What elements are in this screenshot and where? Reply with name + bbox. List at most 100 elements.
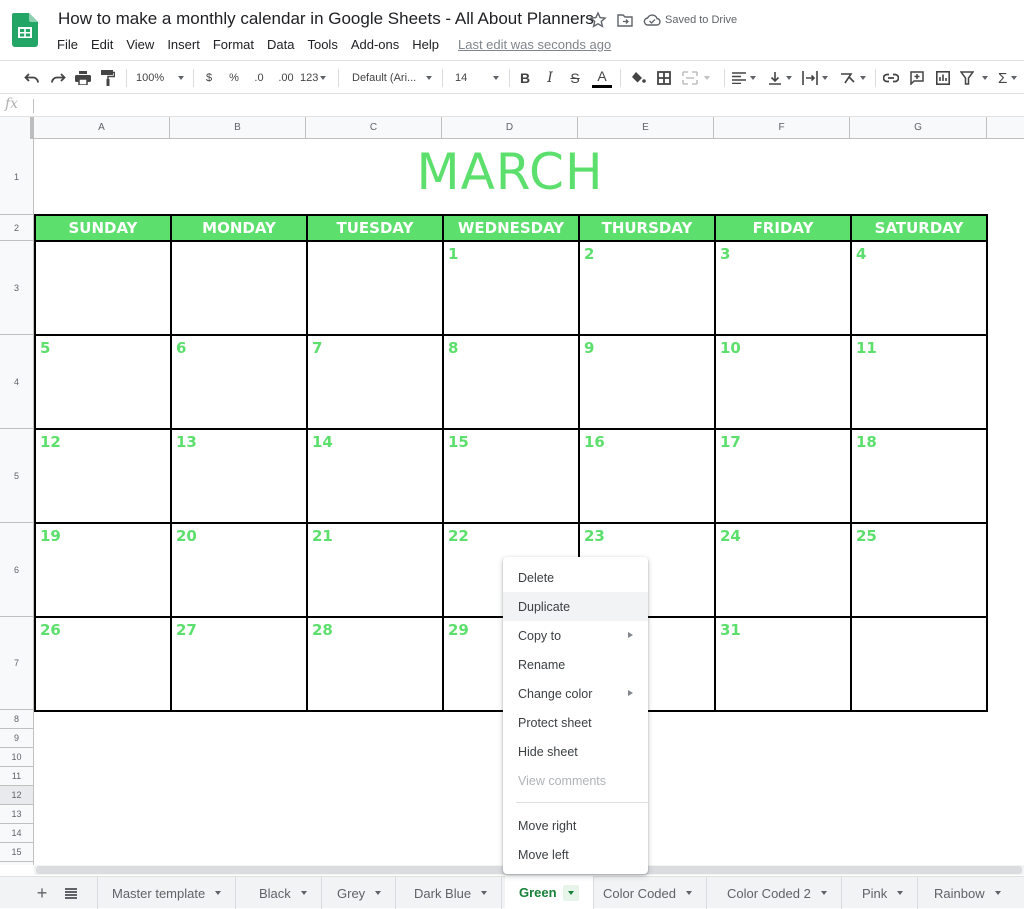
row-header[interactable]: 4 <box>0 335 33 429</box>
weekday-header[interactable]: THURSDAY <box>578 214 716 242</box>
insert-link-button[interactable] <box>881 68 901 88</box>
text-rotation-button[interactable] <box>840 68 870 88</box>
day-cell[interactable]: 17 <box>714 428 852 524</box>
menu-item-delete[interactable]: Delete <box>503 563 648 592</box>
filter-button[interactable] <box>960 68 992 88</box>
row-header[interactable]: 1 <box>0 139 33 215</box>
day-cell[interactable]: 2 <box>578 240 716 336</box>
more-formats-button[interactable]: 123 <box>300 68 332 88</box>
row-header[interactable]: 11 <box>0 767 33 786</box>
horizontal-align-button[interactable] <box>732 68 762 88</box>
row-header[interactable]: 2 <box>0 215 33 241</box>
strikethrough-button[interactable]: S <box>566 68 584 88</box>
redo-button[interactable] <box>48 68 68 88</box>
chevron-down-icon[interactable] <box>994 891 1001 895</box>
day-cell[interactable]: 10 <box>714 334 852 430</box>
document-title[interactable]: How to make a monthly calendar in Google… <box>58 9 594 29</box>
month-title[interactable]: MARCH <box>34 143 986 201</box>
sheet-tab-black[interactable]: Black <box>245 877 322 909</box>
vertical-align-button[interactable] <box>768 68 798 88</box>
font-family-select[interactable]: Default (Ari... <box>352 68 436 88</box>
last-edit-link[interactable]: Last edit was seconds ago <box>458 37 611 52</box>
day-cell[interactable]: 26 <box>34 616 172 712</box>
column-header-b[interactable]: B <box>170 117 306 138</box>
undo-button[interactable] <box>22 68 42 88</box>
zoom-select[interactable]: 100% <box>136 68 190 88</box>
percent-format-button[interactable]: % <box>225 68 243 88</box>
increase-decimal-button[interactable]: .00 <box>275 68 297 88</box>
insert-comment-button[interactable] <box>907 68 927 88</box>
text-color-button[interactable]: A <box>591 68 613 88</box>
weekday-header[interactable]: SUNDAY <box>34 214 172 242</box>
weekday-header[interactable]: MONDAY <box>170 214 308 242</box>
font-size-select[interactable]: 14 <box>455 68 503 88</box>
row-header[interactable]: 7 <box>0 617 33 710</box>
sheet-tab-dark-blue[interactable]: Dark Blue <box>400 877 503 909</box>
sheet-tab-menu-button[interactable] <box>562 884 579 901</box>
sheet-tab-color-coded-2[interactable]: Color Coded 2 <box>713 877 842 909</box>
row-header[interactable]: 5 <box>0 429 33 523</box>
menu-data[interactable]: Data <box>267 37 294 52</box>
chevron-down-icon[interactable] <box>481 891 488 895</box>
menu-help[interactable]: Help <box>412 37 439 52</box>
sheets-logo-icon[interactable] <box>12 13 38 47</box>
italic-button[interactable]: I <box>541 68 559 88</box>
row-header[interactable]: 14 <box>0 824 33 843</box>
chevron-down-icon[interactable] <box>820 891 827 895</box>
fill-color-button[interactable] <box>628 68 648 88</box>
menu-file[interactable]: File <box>57 37 78 52</box>
menu-insert[interactable]: Insert <box>167 37 200 52</box>
column-header-d[interactable]: D <box>442 117 578 138</box>
weekday-header[interactable]: WEDNESDAY <box>442 214 580 242</box>
day-cell[interactable]: 5 <box>34 334 172 430</box>
column-header-a[interactable]: A <box>34 117 170 138</box>
column-header-c[interactable]: C <box>306 117 442 138</box>
weekday-header[interactable]: FRIDAY <box>714 214 852 242</box>
select-all-corner[interactable] <box>0 117 34 139</box>
chevron-down-icon[interactable] <box>686 891 692 895</box>
day-cell[interactable]: 3 <box>714 240 852 336</box>
day-cell[interactable]: 27 <box>170 616 308 712</box>
day-cell[interactable]: 4 <box>850 240 988 336</box>
text-wrapping-button[interactable] <box>802 68 832 88</box>
paint-format-button[interactable] <box>98 68 118 88</box>
sheet-tab-grey[interactable]: Grey <box>323 877 397 909</box>
day-cell[interactable]: 12 <box>34 428 172 524</box>
row-header[interactable]: 6 <box>0 523 33 617</box>
row-header[interactable]: 9 <box>0 729 33 748</box>
weekday-header[interactable]: TUESDAY <box>306 214 444 242</box>
sheet-tab-rainbow[interactable]: Rainbow <box>920 877 1015 909</box>
chevron-down-icon[interactable] <box>375 891 382 895</box>
menu-view[interactable]: View <box>126 37 154 52</box>
row-header[interactable]: 10 <box>0 748 33 767</box>
day-cell[interactable] <box>306 240 444 336</box>
menu-add-ons[interactable]: Add-ons <box>351 37 399 52</box>
day-cell[interactable] <box>850 616 988 712</box>
menu-item-change-color[interactable]: Change color <box>503 679 648 708</box>
star-icon[interactable] <box>589 11 607 29</box>
day-cell[interactable]: 24 <box>714 522 852 618</box>
day-cell[interactable]: 6 <box>170 334 308 430</box>
menu-item-copy-to[interactable]: Copy to <box>503 621 648 650</box>
formula-input[interactable] <box>40 95 1020 116</box>
sheet-tab-master-template[interactable]: Master template <box>98 877 237 909</box>
decrease-decimal-button[interactable]: .0 <box>249 68 269 88</box>
day-cell[interactable]: 8 <box>442 334 580 430</box>
day-cell[interactable]: 25 <box>850 522 988 618</box>
day-cell[interactable]: 20 <box>170 522 308 618</box>
functions-button[interactable]: Σ <box>998 68 1024 88</box>
menu-item-duplicate[interactable]: Duplicate <box>503 592 648 621</box>
day-cell[interactable]: 7 <box>306 334 444 430</box>
day-cell[interactable]: 18 <box>850 428 988 524</box>
currency-format-button[interactable]: $ <box>200 68 218 88</box>
chevron-down-icon[interactable] <box>215 891 222 895</box>
day-cell[interactable]: 16 <box>578 428 716 524</box>
day-cell[interactable]: 31 <box>714 616 852 712</box>
row-header[interactable]: 15 <box>0 843 33 862</box>
all-sheets-button[interactable] <box>61 883 81 903</box>
menu-item-hide-sheet[interactable]: Hide sheet <box>503 737 648 766</box>
menu-item-move-left[interactable]: Move left <box>503 840 648 869</box>
day-cell[interactable]: 1 <box>442 240 580 336</box>
move-folder-icon[interactable] <box>616 11 634 29</box>
day-cell[interactable]: 28 <box>306 616 444 712</box>
